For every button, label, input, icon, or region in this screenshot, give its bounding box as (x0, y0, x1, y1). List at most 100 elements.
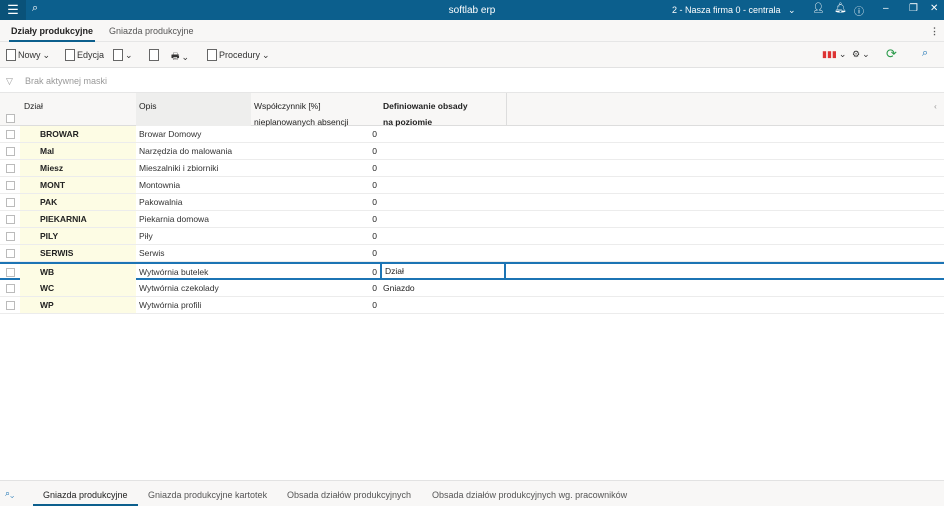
info-button[interactable]: ⌄ (113, 49, 133, 61)
tab-dzialy-produkcyjne[interactable]: Działy produkcyjne (8, 26, 96, 42)
row-checkbox[interactable] (6, 284, 15, 293)
row-checkbox[interactable] (6, 215, 15, 224)
chart-button[interactable]: ▮▮▮ ⌄ (822, 49, 846, 60)
cell-opis[interactable]: Mieszalniki i zbiorniki (136, 160, 251, 176)
new-button[interactable]: Nowy ⌄ (6, 49, 50, 61)
cell-opis[interactable]: Narzędzia do malowania (136, 143, 251, 159)
cell-definiowanie[interactable]: Gniazdo (380, 280, 506, 296)
cell-wspolczynnik[interactable]: 0 (251, 143, 380, 159)
table-row[interactable]: PIEKARNIA Piekarnia domowa 0 (0, 211, 944, 228)
bottom-tab-gniazda-kartotek[interactable]: Gniazda produkcyjne kartotek (148, 490, 267, 500)
cell-wspolczynnik[interactable]: 0 (251, 126, 380, 142)
column-dzial[interactable]: Dział (24, 98, 43, 114)
table-row[interactable]: BROWAR Browar Domowy 0 (0, 126, 944, 143)
cell-wspolczynnik[interactable]: 0 (251, 245, 380, 261)
tab-gniazda-produkcyjne[interactable]: Gniazda produkcyjne (109, 26, 194, 36)
cell-dzial[interactable]: WB (20, 264, 136, 280)
row-checkbox[interactable] (6, 147, 15, 156)
print-button[interactable]: 🖶 ⌄ (171, 49, 189, 65)
cell-opis[interactable]: Piły (136, 228, 251, 244)
row-checkbox[interactable] (6, 130, 15, 139)
cell-dzial[interactable]: PIEKARNIA (20, 211, 136, 227)
row-checkbox[interactable] (6, 164, 15, 173)
maximize-icon[interactable]: ❐ (909, 3, 918, 14)
cell-dzial[interactable]: BROWAR (20, 126, 136, 142)
table-row[interactable]: Mal Narzędzia do malowania 0 (0, 143, 944, 160)
search-filter-icon[interactable]: ⌕ (922, 47, 928, 60)
cell-wspolczynnik[interactable]: 0 (251, 297, 380, 313)
cell-wspolczynnik[interactable]: 0 (251, 280, 380, 296)
cell-definiowanie[interactable] (380, 143, 506, 159)
cell-wspolczynnik[interactable]: 0 (251, 160, 380, 176)
column-opis[interactable]: Opis (136, 93, 251, 126)
table-row[interactable]: PAK Pakowalnia 0 (0, 194, 944, 211)
table-row[interactable]: Miesz Mieszalniki i zbiorniki 0 (0, 160, 944, 177)
user-icon[interactable]: 👤︎ (812, 3, 825, 14)
cell-dzial[interactable]: SERWIS (20, 245, 136, 261)
cell-dzial[interactable]: PAK (20, 194, 136, 210)
filter-icon[interactable]: ▽ (6, 76, 13, 87)
row-checkbox-cell (0, 280, 20, 296)
cell-opis[interactable]: Pakowalnia (136, 194, 251, 210)
related-views-icon[interactable]: ⌕⌄ (5, 488, 14, 499)
cell-dzial[interactable]: WP (20, 297, 136, 313)
delete-button[interactable] (149, 49, 159, 61)
bottom-tab-obsada-pracownicy[interactable]: Obsada działów produkcyjnych wg. pracown… (432, 490, 627, 500)
row-checkbox-cell (0, 297, 20, 313)
more-icon[interactable]: ⋮ (930, 26, 939, 37)
procedures-button[interactable]: Procedury ⌄ (207, 49, 270, 61)
cell-definiowanie[interactable] (380, 297, 506, 313)
row-checkbox[interactable] (6, 249, 15, 258)
table-row[interactable]: SERWIS Serwis 0 (0, 245, 944, 262)
cell-dzial[interactable]: Mal (20, 143, 136, 159)
row-checkbox-cell (0, 264, 20, 280)
cell-opis[interactable]: Piekarnia domowa (136, 211, 251, 227)
table-row[interactable]: MONT Montownia 0 (0, 177, 944, 194)
cell-definiowanie[interactable] (380, 160, 506, 176)
cell-dzial[interactable]: Miesz (20, 160, 136, 176)
bottom-tab-gniazda[interactable]: Gniazda produkcyjne (33, 490, 138, 506)
help-icon[interactable]: ⓘ (854, 3, 864, 18)
cell-definiowanie[interactable] (380, 126, 506, 142)
cell-definiowanie[interactable] (380, 245, 506, 261)
cell-dzial[interactable]: PILY (20, 228, 136, 244)
cell-wspolczynnik[interactable]: 0 (251, 177, 380, 193)
cell-wspolczynnik[interactable]: 0 (251, 211, 380, 227)
close-icon[interactable]: ✕ (930, 3, 938, 14)
row-checkbox[interactable] (6, 198, 15, 207)
cell-definiowanie[interactable] (380, 211, 506, 227)
table-row[interactable]: PILY Piły 0 (0, 228, 944, 245)
select-all-checkbox[interactable] (6, 114, 15, 123)
cell-opis[interactable]: Wytwórnia butelek (136, 264, 251, 280)
refresh-icon[interactable]: ⟳ (886, 46, 897, 62)
row-checkbox[interactable] (6, 301, 15, 310)
minimize-icon[interactable]: – (883, 3, 889, 14)
bottom-tab-obsada[interactable]: Obsada działów produkcyjnych (287, 490, 411, 500)
table-row[interactable]: WP Wytwórnia profili 0 (0, 297, 944, 314)
cell-definiowanie[interactable]: Dział (380, 262, 506, 280)
table-row[interactable]: WC Wytwórnia czekolady 0 Gniazdo (0, 280, 944, 297)
cell-wspolczynnik[interactable]: 0 (251, 264, 380, 280)
row-checkbox[interactable] (6, 268, 15, 277)
row-checkbox[interactable] (6, 232, 15, 241)
collapse-panel-icon[interactable]: ‹ (934, 98, 937, 114)
cell-dzial[interactable]: WC (20, 280, 136, 296)
cell-opis[interactable]: Wytwórnia czekolady (136, 280, 251, 296)
settings-button[interactable]: ⚙ ⌄ (852, 49, 870, 60)
cell-wspolczynnik[interactable]: 0 (251, 228, 380, 244)
cell-opis[interactable]: Wytwórnia profili (136, 297, 251, 313)
cell-dzial[interactable]: MONT (20, 177, 136, 193)
cell-wspolczynnik[interactable]: 0 (251, 194, 380, 210)
cell-opis[interactable]: Browar Domowy (136, 126, 251, 142)
edit-button[interactable]: Edycja (65, 49, 104, 61)
cell-definiowanie[interactable] (380, 228, 506, 244)
firm-selector[interactable]: 2 - Nasza firma 0 - centrala ⌄ (672, 5, 796, 16)
row-checkbox-cell (0, 211, 20, 227)
cell-opis[interactable]: Montownia (136, 177, 251, 193)
cell-definiowanie[interactable] (380, 177, 506, 193)
cell-definiowanie[interactable] (380, 194, 506, 210)
row-checkbox[interactable] (6, 181, 15, 190)
cell-opis[interactable]: Serwis (136, 245, 251, 261)
table-row[interactable]: WB Wytwórnia butelek 0 Dział (0, 262, 944, 280)
bell-icon[interactable]: 🔔︎ (834, 3, 847, 14)
